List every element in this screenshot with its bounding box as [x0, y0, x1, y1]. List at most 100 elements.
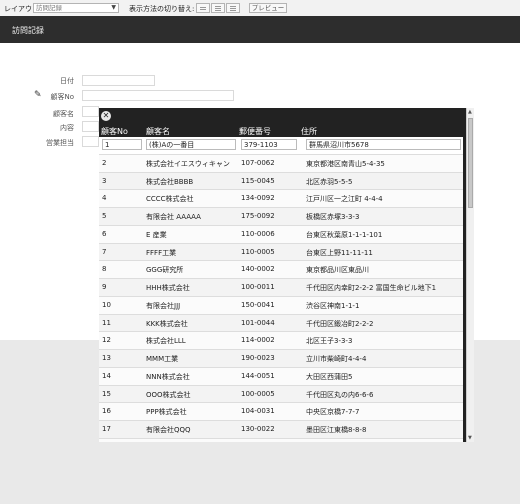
address-cell: 江戸川区一之江町 4-4-4 [306, 195, 383, 204]
title-bar: 訪問記録 [0, 16, 520, 43]
customer-no-cell: 1 [102, 139, 142, 150]
table-row[interactable]: 9 HHH株式会社 100-0011 千代田区内幸町2-2-2 富国生命ビル地下1 [99, 279, 463, 297]
table-row[interactable]: 6 E 産業 110-0006 台東区秋葉原1-1-1-101 [99, 225, 463, 244]
customer-name-label: 顧客名 [53, 110, 74, 118]
customer-no-cell: 10 [102, 300, 111, 309]
address-cell: 渋谷区神南1-1-1 [306, 301, 360, 310]
customer-name-cell: 有限会社JJJ [146, 301, 181, 310]
scroll-down-icon[interactable]: ▼ [468, 435, 472, 441]
list-view-button[interactable] [211, 3, 225, 13]
customer-name-cell: 有限会社QQQ [146, 426, 191, 434]
table-row[interactable]: 16 PPP株式会社 104-0031 中央区京橋7-7-7 [99, 403, 463, 421]
customer-no-cell: 16 [102, 407, 111, 416]
customer-no-cell: 5 [102, 212, 107, 220]
zip-cell: 379-1103 [241, 139, 297, 150]
address-cell: 大田区西蒲田5 [306, 372, 353, 381]
address-cell: 台東区上野11-11-11 [306, 248, 373, 257]
close-icon[interactable]: ✕ [101, 111, 111, 121]
customer-name-cell: 株式会社イエスウィキャン [146, 159, 230, 168]
table-row[interactable]: 8 GGG研究所 140-0002 東京都品川区東品川 [99, 261, 463, 279]
customer-name-cell: E 産業 [146, 230, 167, 239]
table-row[interactable]: 17 有限会社QQQ 130-0022 墨田区江東橋8-8-8 [99, 421, 463, 439]
scrollbar-thumb[interactable] [468, 118, 473, 208]
preview-button[interactable]: プレビュー [249, 3, 287, 13]
content-label: 内容 [60, 124, 74, 132]
zip-cell: 110-0006 [241, 229, 275, 238]
zip-cell: 100-0005 [241, 389, 275, 398]
customer-name-cell: HHH株式会社 [146, 284, 190, 292]
zip-cell: 150-0041 [241, 300, 275, 309]
customer-name-cell: 株式会社BBBB [146, 177, 194, 186]
layout-select-value: 訪問記録 [36, 4, 62, 12]
table-row[interactable]: 18RRR株式会社104-0061中央区銀座9-9-9 [99, 438, 463, 442]
customer-name-cell: CCCC株式会社 [146, 195, 194, 204]
customer-no-cell: 2 [102, 158, 107, 167]
customer-name-cell: 有限会社 AAAAA [146, 213, 201, 221]
table-row[interactable]: 12 株式会社LLL 114-0002 北区王子3-3-3 [99, 332, 463, 350]
address-cell: 中央区京橋7-7-7 [306, 408, 360, 417]
customer-name-cell: OOO株式会社 [146, 390, 191, 399]
customer-no-cell: 6 [102, 229, 107, 238]
table-row[interactable]: 11 KKK株式会社 101-0044 千代田区鍛冶町2-2-2 [99, 314, 463, 333]
chevron-down-icon: ▼ [111, 4, 116, 11]
customer-name-field[interactable] [82, 106, 99, 117]
zip-cell: 134-0092 [241, 194, 275, 203]
address-cell: 東京都港区南青山5-4-35 [306, 159, 385, 168]
address-cell: 千代田区鍛冶町2-2-2 [306, 319, 374, 328]
customer-no-cell: 8 [102, 265, 107, 274]
customer-name-cell: (株)Aの一番目 [146, 139, 236, 150]
table-row[interactable]: 13 MMM工業 190-0023 立川市柴崎町4-4-4 [99, 350, 463, 368]
date-field[interactable] [82, 75, 155, 86]
customer-name-cell: KKK株式会社 [146, 319, 188, 328]
table-row[interactable]: 7 FFFF工業 110-0005 台東区上野11-11-11 [99, 243, 463, 262]
sales-rep-field[interactable] [82, 136, 99, 147]
table-row[interactable]: 14 NNN株式会社 144-0051 大田区西蒲田5 [99, 367, 463, 386]
zip-cell: 115-0045 [241, 176, 275, 185]
zip-cell: 114-0002 [241, 336, 275, 345]
customer-name-cell: MMM工業 [146, 355, 179, 363]
toolbar: レイアウト: 訪問記録 ▼ 表示方法の切り替え: プレビュー [0, 0, 520, 17]
address-cell: 千代田区丸の内6-6-6 [306, 390, 374, 399]
vertical-scrollbar[interactable]: ▲ ▼ [466, 108, 474, 442]
customer-name-cell: GGG研究所 [146, 266, 184, 275]
table-row[interactable]: 15 OOO株式会社 100-0005 千代田区丸の内6-6-6 [99, 385, 463, 404]
sales-rep-label: 営業担当 [46, 139, 74, 147]
customer-name-cell: FFFF工業 [146, 248, 177, 257]
zip-cell: 101-0044 [241, 318, 275, 327]
customer-no-cell: 15 [102, 389, 111, 398]
table-row[interactable]: 4 CCCC株式会社 134-0092 江戸川区一之江町 4-4-4 [99, 190, 463, 208]
customer-no-cell: 11 [102, 318, 111, 327]
content-field[interactable] [82, 121, 99, 132]
address-cell: 北区赤羽5-5-5 [306, 177, 353, 186]
address-cell: 台東区秋葉原1-1-1-101 [306, 230, 383, 239]
column-header-zip: 郵便番号 [239, 127, 271, 136]
zip-cell: 107-0062 [241, 158, 275, 167]
address-cell: 立川市柴崎町4-4-4 [306, 355, 367, 363]
layout-select[interactable]: 訪問記録 ▼ [33, 3, 119, 13]
customer-no-cell: 12 [102, 336, 111, 345]
table-row[interactable]: 2 株式会社イエスウィキャン 107-0062 東京都港区南青山5-4-35 [99, 154, 463, 173]
address-cell: 東京都品川区東品川 [306, 266, 369, 275]
table-row[interactable]: 3 株式会社BBBB 115-0045 北区赤羽5-5-5 [99, 172, 463, 191]
address-cell: 北区王子3-3-3 [306, 337, 353, 346]
zip-cell: 110-0005 [241, 247, 275, 256]
customer-no-cell: 13 [102, 354, 111, 362]
address-cell: 墨田区江東橋8-8-8 [306, 426, 367, 434]
table-view-button[interactable] [226, 3, 240, 13]
column-header-address: 住所 [301, 127, 317, 136]
view-switch-label: 表示方法の切り替え: [129, 5, 195, 13]
customer-name-cell: 株式会社LLL [146, 337, 186, 346]
customer-name-cell: NNN株式会社 [146, 372, 190, 381]
form-view-button[interactable] [196, 3, 210, 13]
table-row[interactable]: 10 有限会社JJJ 150-0041 渋谷区神南1-1-1 [99, 296, 463, 315]
customer-no-field[interactable] [82, 90, 234, 101]
scroll-up-icon[interactable]: ▲ [468, 109, 472, 115]
address-cell: 千代田区内幸町2-2-2 富国生命ビル地下1 [306, 284, 437, 292]
table-row[interactable]: 5 有限会社 AAAAA 175-0092 板橋区赤塚3-3-3 [99, 208, 463, 226]
zip-cell: 175-0092 [241, 212, 275, 220]
customer-no-label: 顧客No [50, 93, 74, 101]
date-label: 日付 [60, 77, 74, 85]
zip-cell: 130-0022 [241, 425, 275, 433]
column-header-customer-no: 顧客No [101, 127, 128, 136]
table-row[interactable]: 1 (株)Aの一番目 379-1103 群馬県沼川市5678 [99, 137, 463, 155]
